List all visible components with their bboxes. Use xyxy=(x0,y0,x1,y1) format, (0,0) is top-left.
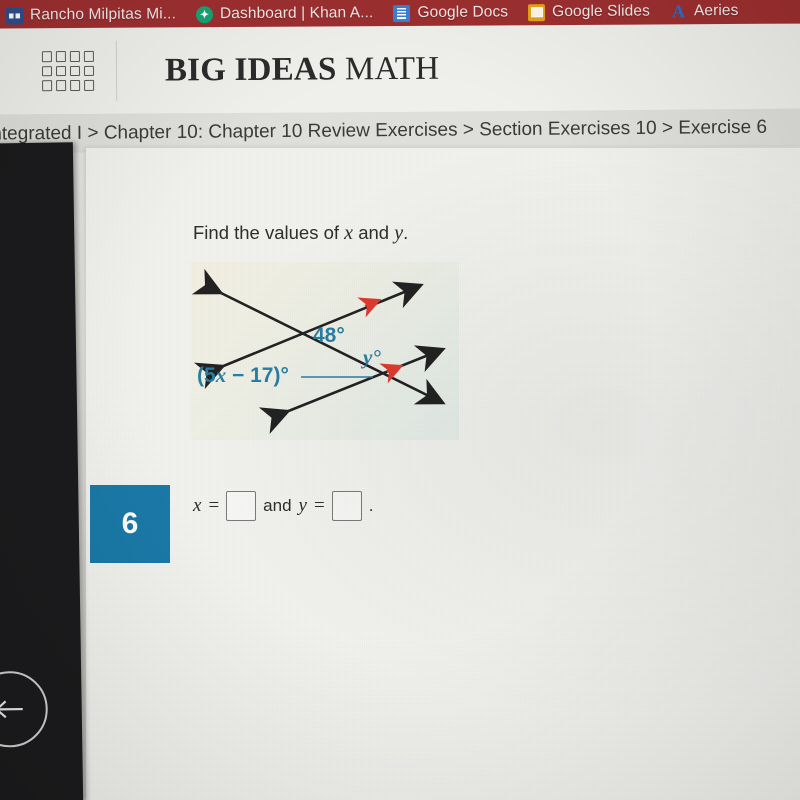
site-header: BIG IDEAS MATH xyxy=(0,23,800,116)
google-docs-icon xyxy=(393,4,411,22)
bookmark-label: Aeries xyxy=(693,1,739,20)
geometry-figure: 48° y° (5x − 17)° xyxy=(191,262,459,440)
answer-equals-y: = xyxy=(313,495,325,516)
khan-academy-icon: ✦ xyxy=(195,5,214,23)
bookmark-item-google-slides[interactable]: Google Slides xyxy=(528,3,650,22)
bookmark-label: Dashboard | Khan A... xyxy=(219,4,374,23)
prompt-variable-x: x xyxy=(344,222,354,244)
answer-row: x = and y = . xyxy=(193,491,373,521)
expr-variable: x xyxy=(215,363,227,387)
exercise-number: 6 xyxy=(121,507,139,540)
logo-text-thin: MATH xyxy=(344,50,440,87)
y-answer-input[interactable] xyxy=(331,491,362,521)
exercise-content-page: Find the values of x and y. 48° y° (5x −… xyxy=(86,148,800,800)
prompt-text-and: and xyxy=(353,222,395,243)
back-arrow-glyph xyxy=(0,700,23,719)
bookmark-item-aeries[interactable]: A Aeries xyxy=(670,1,739,22)
answer-variable-y: y xyxy=(298,495,307,516)
exercise-number-badge: 6 xyxy=(90,485,170,563)
back-arrow-icon[interactable] xyxy=(0,670,49,748)
expr-open: (5 xyxy=(197,364,216,387)
prompt-text-end: . xyxy=(403,222,409,243)
answer-period: . xyxy=(368,496,374,515)
big-ideas-math-logo: BIG IDEAS MATH xyxy=(165,50,439,89)
x-answer-input[interactable] xyxy=(226,491,257,521)
bookmark-label: Google Docs xyxy=(417,3,509,21)
phone-photo-screen: Rancho Milpitas Mi... ✦ Dashboard | Khan… xyxy=(0,0,800,800)
bookmark-label: Google Slides xyxy=(552,2,650,21)
answer-equals-x: = xyxy=(208,495,220,516)
angle-label-y: y° xyxy=(363,345,381,369)
angle-label-48: 48° xyxy=(313,324,345,347)
bookmark-item-google-docs[interactable]: Google Docs xyxy=(393,3,508,22)
expr-rest: − 17)° xyxy=(226,364,289,387)
logo-text-bold: BIG IDEAS xyxy=(164,50,337,88)
device-bezel xyxy=(0,142,84,800)
answer-variable-x: x xyxy=(193,495,202,516)
angle-label-expression: (5x − 17)° xyxy=(197,363,289,388)
grid-menu-icon[interactable] xyxy=(41,50,95,92)
prompt-text-before: Find the values of xyxy=(193,222,345,243)
school-icon xyxy=(5,6,24,24)
google-slides-icon xyxy=(528,3,546,21)
bookmark-label: Rancho Milpitas Mi... xyxy=(29,5,177,24)
breadcrumb[interactable]: Integrated I > Chapter 10: Chapter 10 Re… xyxy=(0,108,800,154)
geometry-diagram-svg xyxy=(191,268,446,434)
header-divider xyxy=(115,40,118,101)
answer-connector: and xyxy=(263,496,292,515)
bookmark-item-rancho[interactable]: Rancho Milpitas Mi... xyxy=(5,5,177,24)
aeries-icon: A xyxy=(671,1,686,22)
bookmark-item-khan[interactable]: ✦ Dashboard | Khan A... xyxy=(195,4,374,23)
prompt-variable-y: y xyxy=(394,222,404,244)
breadcrumb-text: Integrated I > Chapter 10: Chapter 10 Re… xyxy=(0,116,768,145)
question-prompt: Find the values of x and y. xyxy=(193,222,408,245)
